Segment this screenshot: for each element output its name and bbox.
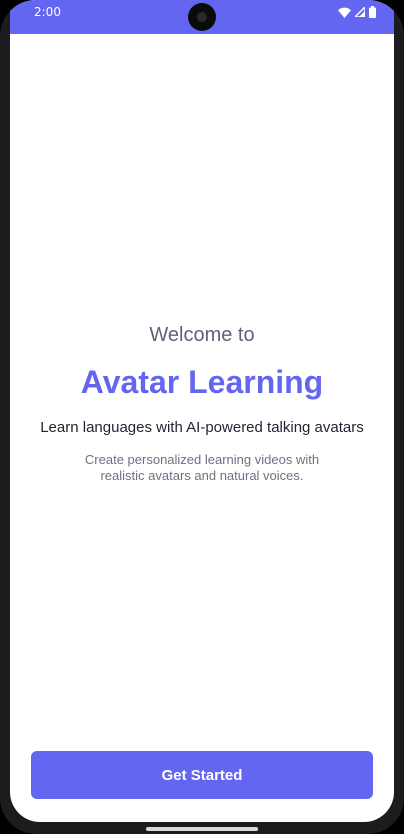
tagline: Learn languages with AI-powered talking … xyxy=(40,419,364,436)
get-started-button[interactable]: Get Started xyxy=(31,751,373,799)
welcome-text: Welcome to xyxy=(149,324,255,346)
app-title: Avatar Learning xyxy=(80,364,324,400)
description: Create personalized learning videos with… xyxy=(84,452,320,483)
welcome-content: Welcome to Avatar Learning Learn languag… xyxy=(10,322,394,484)
battery-icon xyxy=(369,6,376,18)
status-time: 2:00 xyxy=(34,5,61,19)
signal-icon xyxy=(355,7,365,17)
wifi-icon xyxy=(338,7,351,18)
front-camera-icon xyxy=(188,3,216,31)
device-frame: 2:00 Welcome to Avatar Learning Learn la… xyxy=(0,0,404,834)
home-indicator[interactable] xyxy=(146,827,258,831)
status-bar: 2:00 xyxy=(10,0,394,34)
status-icons xyxy=(338,6,376,18)
app-screen: 2:00 Welcome to Avatar Learning Learn la… xyxy=(10,0,394,822)
